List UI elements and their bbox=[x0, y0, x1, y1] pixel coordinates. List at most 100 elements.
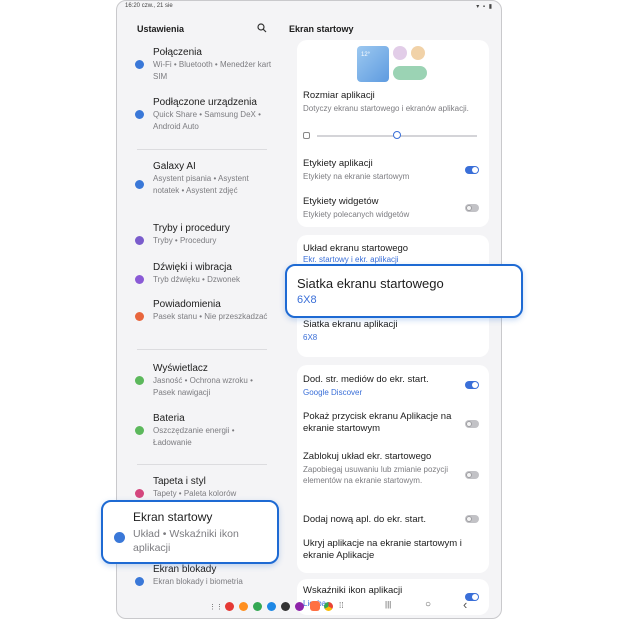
home-screen-icon bbox=[114, 532, 125, 543]
widget-labels-toggle[interactable] bbox=[465, 204, 479, 212]
settings-item-sounds[interactable]: Dźwięki i wibracja Tryb dźwięku • Dzwone… bbox=[131, 261, 279, 291]
taskbar: ⋮⋮ ⁞⁞ ||| ○ ‹ bbox=[117, 596, 501, 618]
lock-layout-toggle[interactable] bbox=[465, 471, 479, 479]
item-title: Podłączone urządzenia bbox=[153, 97, 257, 108]
notifications-icon bbox=[135, 312, 144, 321]
settings-title: Ustawienia bbox=[137, 24, 185, 34]
settings-item-modes[interactable]: Tryby i procedury Tryby • Procedury bbox=[131, 222, 279, 252]
apps-grid-title[interactable]: Siatka ekranu aplikacji bbox=[303, 319, 398, 331]
chrome-icon[interactable] bbox=[324, 602, 333, 611]
item-subtitle: Tryb dźwięku • Dzwonek bbox=[153, 275, 240, 284]
callout-home-screen-item[interactable]: Ekran startowy Układ • Wskaźniki ikon ap… bbox=[101, 500, 279, 564]
status-icons: ▾ ▪ ▮ bbox=[476, 4, 493, 10]
card-appearance: 12° Rozmiar aplikacji Dotyczy ekranu sta… bbox=[297, 40, 489, 227]
galaxy-ai-icon bbox=[135, 180, 144, 189]
preview-icon bbox=[393, 46, 407, 60]
preview-widget: 12° bbox=[357, 46, 389, 82]
preview-widget-small bbox=[393, 66, 427, 80]
home-grid-value: 6X8 bbox=[297, 294, 317, 306]
settings-item-galaxy-ai[interactable]: Galaxy AI Asystent pisania • Asystent no… bbox=[131, 160, 279, 210]
divider bbox=[137, 149, 267, 150]
battery-icon bbox=[135, 426, 144, 435]
wifi-icon bbox=[135, 60, 144, 69]
home-screen-title: Ekran startowy bbox=[133, 510, 213, 524]
pane-title: Ekran startowy bbox=[289, 24, 354, 34]
item-subtitle: Ekran blokady i biometria bbox=[153, 577, 243, 586]
media-page-title: Dod. str. mediów do ekr. start. bbox=[303, 374, 429, 385]
settings-item-lock-screen[interactable]: Ekran blokady Ekran blokady i biometria bbox=[131, 563, 279, 593]
layout-title[interactable]: Układ ekranu startowego bbox=[303, 243, 408, 255]
item-title: Bateria bbox=[153, 413, 185, 424]
item-subtitle: Oszczędzanie energii • Ładowanie bbox=[153, 426, 235, 447]
home-preview: 12° bbox=[357, 46, 433, 84]
add-new-apps-toggle[interactable] bbox=[465, 515, 479, 523]
widget-labels-sub: Etykiety polecanych widgetów bbox=[303, 210, 410, 219]
app-icon-purple[interactable] bbox=[295, 602, 304, 611]
item-title: Galaxy AI bbox=[153, 161, 196, 172]
divider bbox=[137, 349, 267, 350]
app-icon-orange[interactable] bbox=[239, 602, 248, 611]
grid-icon[interactable]: ⁞⁞ bbox=[339, 601, 343, 610]
add-new-apps-title: Dodaj nową apl. do ekr. start. bbox=[303, 514, 427, 525]
apps-drawer-icon[interactable]: ⋮⋮ bbox=[209, 603, 223, 611]
item-title: Wyświetlacz bbox=[153, 363, 208, 374]
app-labels-title: Etykiety aplikacji bbox=[303, 158, 373, 169]
apps-button-title: Pokaż przycisk ekranu Aplikacje na ekran… bbox=[303, 411, 452, 434]
preview-icon bbox=[411, 46, 425, 60]
layout-value: Ekr. startowy i ekr. aplikacji bbox=[303, 255, 399, 264]
display-icon bbox=[135, 376, 144, 385]
small-grid-icon bbox=[303, 132, 310, 139]
app-labels-sub: Etykiety na ekranie startowym bbox=[303, 172, 410, 181]
recents-icon[interactable]: ||| bbox=[385, 600, 391, 609]
divider bbox=[137, 464, 267, 465]
item-title: Ekran blokady bbox=[153, 564, 217, 575]
settings-item-connected-devices[interactable]: Podłączone urządzenia Quick Share • Sams… bbox=[131, 96, 279, 138]
app-labels-toggle[interactable] bbox=[465, 166, 479, 174]
item-subtitle: Pasek stanu • Nie przeszkadzać bbox=[153, 312, 268, 321]
callout-home-grid[interactable]: Siatka ekranu startowego 6X8 bbox=[285, 264, 523, 318]
item-subtitle: Jasność • Ochrona wzroku • Pasek nawigac… bbox=[153, 376, 253, 397]
slider-thumb[interactable] bbox=[393, 131, 401, 139]
lock-layout-title: Zablokuj układ ekr. startowego bbox=[303, 451, 432, 462]
media-page-value: Google Discover bbox=[303, 388, 363, 397]
devices-icon bbox=[135, 110, 144, 119]
home-screen-sub: Układ • Wskaźniki ikon aplikacji bbox=[133, 528, 239, 554]
apps-button-toggle[interactable] bbox=[465, 420, 479, 428]
wallpaper-icon bbox=[135, 489, 144, 498]
app-icon-dark[interactable] bbox=[281, 602, 290, 611]
hide-apps-title[interactable]: Ukryj aplikacje na ekranie startowym i e… bbox=[303, 538, 483, 562]
item-subtitle: Tapety • Paleta kolorów bbox=[153, 489, 237, 498]
item-subtitle: Quick Share • Samsung DeX • Android Auto bbox=[153, 110, 261, 131]
lock-icon bbox=[135, 577, 144, 586]
settings-item-notifications[interactable]: Powiadomienia Pasek stanu • Nie przeszka… bbox=[131, 298, 279, 340]
settings-item-connections[interactable]: Połączenia Wi-Fi • Bluetooth • Menedżer … bbox=[131, 46, 279, 86]
card-options: Dod. str. mediów do ekr. start. Google D… bbox=[297, 365, 489, 573]
app-icon-blue[interactable] bbox=[267, 602, 276, 611]
app-size-desc: Dotyczy ekranu startowego i ekranów apli… bbox=[303, 104, 469, 113]
settings-item-display[interactable]: Wyświetlacz Jasność • Ochrona wzroku • P… bbox=[131, 362, 279, 404]
item-title: Połączenia bbox=[153, 47, 202, 58]
widget-labels-title: Etykiety widgetów bbox=[303, 196, 379, 207]
status-bar: 16:20 czw., 21 sie ▾ ▪ ▮ bbox=[117, 1, 501, 13]
item-title: Tapeta i styl bbox=[153, 476, 206, 487]
media-page-toggle[interactable] bbox=[465, 381, 479, 389]
item-title: Tryby i procedury bbox=[153, 223, 230, 234]
status-time: 16:20 czw., 21 sie bbox=[125, 3, 173, 9]
item-subtitle: Wi-Fi • Bluetooth • Menedżer kart SIM bbox=[153, 60, 272, 81]
app-icon-red[interactable] bbox=[225, 602, 234, 611]
item-subtitle: Asystent pisania • Asystent notatek • As… bbox=[153, 174, 249, 195]
search-icon[interactable] bbox=[257, 23, 267, 33]
modes-icon bbox=[135, 236, 144, 245]
app-size-title: Rozmiar aplikacji bbox=[303, 90, 375, 101]
home-icon[interactable]: ○ bbox=[425, 599, 431, 610]
calendar-icon[interactable] bbox=[310, 601, 320, 611]
back-icon[interactable]: ‹ bbox=[463, 597, 467, 612]
apps-grid-value: 6X8 bbox=[303, 333, 318, 342]
home-grid-title: Siatka ekranu startowego bbox=[297, 276, 444, 291]
item-title: Powiadomienia bbox=[153, 299, 221, 310]
app-size-slider[interactable] bbox=[303, 131, 483, 141]
item-title: Dźwięki i wibracja bbox=[153, 262, 232, 273]
app-icon-green[interactable] bbox=[253, 602, 262, 611]
settings-item-battery[interactable]: Bateria Oszczędzanie energii • Ładowanie bbox=[131, 412, 279, 454]
sound-icon bbox=[135, 275, 144, 284]
